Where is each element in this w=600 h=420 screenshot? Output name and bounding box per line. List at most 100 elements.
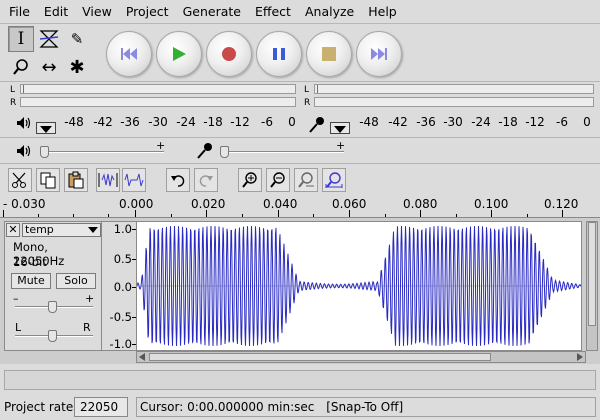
waveform-display[interactable] bbox=[136, 221, 582, 351]
timeline-ruler[interactable]: - 0.030 0.000 0.020 0.040 0.060 0.080 0.… bbox=[0, 196, 600, 218]
envelope-tool-icon[interactable] bbox=[36, 26, 62, 52]
undo-icon bbox=[171, 175, 185, 187]
horizontal-scrollbar-thumb[interactable] bbox=[149, 353, 491, 361]
pan-left-label: L bbox=[15, 321, 22, 334]
record-meter[interactable]: L R bbox=[304, 84, 596, 110]
cursor-status: Cursor: 0:00.000000 min:sec [Snap-To Off… bbox=[136, 397, 596, 417]
scissors-icon bbox=[12, 172, 26, 188]
menu-help[interactable]: Help bbox=[361, 4, 404, 19]
gain-slider-thumb[interactable] bbox=[48, 301, 57, 313]
redo-button[interactable] bbox=[194, 168, 218, 192]
draw-tool-icon[interactable]: ✎ bbox=[64, 26, 90, 52]
close-track-button[interactable]: ✕ bbox=[6, 223, 20, 237]
gain-plus-label: + bbox=[85, 292, 95, 305]
paste-button[interactable] bbox=[64, 168, 88, 192]
scroll-left-icon[interactable] bbox=[139, 353, 145, 361]
record-volume-slider[interactable] bbox=[222, 151, 344, 153]
multi-tool-icon[interactable]: ✱ bbox=[64, 54, 90, 80]
timeshift-tool-icon[interactable]: ↔ bbox=[36, 54, 62, 80]
skip-to-end-button[interactable] bbox=[356, 31, 402, 77]
stop-button[interactable] bbox=[306, 31, 352, 77]
microphone-icon[interactable] bbox=[308, 116, 326, 137]
trim-icon bbox=[98, 173, 118, 187]
pan-right-label: R bbox=[83, 321, 91, 334]
playback-meter-right bbox=[20, 97, 296, 107]
play-icon bbox=[173, 47, 186, 61]
track-control-panel: ✕ temp Mono, 22050Hz 16-bit Mute Solo – … bbox=[4, 221, 102, 351]
menu-project[interactable]: Project bbox=[119, 4, 176, 19]
fit-selection-button[interactable] bbox=[294, 168, 318, 192]
stop-icon bbox=[322, 47, 336, 61]
record-button[interactable] bbox=[206, 31, 252, 77]
silence-button[interactable] bbox=[122, 168, 146, 192]
pause-button[interactable] bbox=[256, 31, 302, 77]
copy-button[interactable] bbox=[36, 168, 60, 192]
toolbar-separator bbox=[0, 137, 600, 138]
undo-button[interactable] bbox=[166, 168, 190, 192]
playback-meter-scale: -48 -42 -36 -30 -24 -18 -12 -6 0 bbox=[64, 115, 296, 129]
gain-minus-label: – bbox=[13, 292, 19, 305]
chevron-down-icon bbox=[334, 126, 346, 133]
record-meter-menu-button[interactable] bbox=[330, 122, 350, 134]
playback-volume-slider[interactable] bbox=[42, 151, 164, 153]
playback-meter[interactable]: L R bbox=[10, 84, 298, 110]
selection-tool-icon[interactable]: I bbox=[8, 26, 34, 52]
project-rate-field[interactable]: 22050 bbox=[74, 397, 128, 417]
track-name-menu[interactable]: temp bbox=[22, 223, 101, 237]
record-meter-right bbox=[314, 97, 594, 107]
selection-bar bbox=[4, 370, 596, 390]
record-volume-plus: + bbox=[336, 139, 346, 152]
mute-button[interactable]: Mute bbox=[11, 273, 51, 289]
microphone-icon bbox=[196, 142, 214, 163]
close-icon: ✕ bbox=[8, 223, 18, 236]
zoom-out-button[interactable] bbox=[266, 168, 290, 192]
toolbar-separator bbox=[0, 81, 600, 82]
playback-volume-thumb[interactable] bbox=[40, 146, 49, 158]
zoom-tool-icon[interactable] bbox=[8, 54, 34, 80]
amplitude-ruler: 1.0 0.5 0.0 -0.5 -1.0 bbox=[102, 221, 136, 351]
pan-slider-thumb[interactable] bbox=[48, 330, 57, 342]
silence-icon bbox=[124, 173, 144, 187]
chevron-down-icon bbox=[40, 126, 52, 133]
solo-button[interactable]: Solo bbox=[56, 273, 96, 289]
menu-view[interactable]: View bbox=[75, 4, 119, 19]
waveform-graphic bbox=[137, 225, 581, 347]
menu-file[interactable]: File bbox=[2, 4, 37, 19]
trim-button[interactable] bbox=[96, 168, 120, 192]
playback-volume-plus: + bbox=[156, 139, 166, 152]
zoom-out-icon bbox=[270, 172, 285, 188]
menu-generate[interactable]: Generate bbox=[176, 4, 248, 19]
skip-end-icon bbox=[371, 48, 387, 60]
cursor-position-text: Cursor: 0:00.000000 min:sec bbox=[140, 400, 315, 414]
record-meter-left bbox=[314, 84, 594, 94]
record-volume-thumb[interactable] bbox=[220, 146, 229, 158]
speaker-icon bbox=[16, 144, 32, 161]
paste-icon bbox=[68, 171, 84, 189]
cut-button[interactable] bbox=[8, 168, 32, 192]
menu-bar: File Edit View Project Generate Effect A… bbox=[0, 0, 600, 24]
record-icon bbox=[222, 47, 236, 61]
vertical-scrollbar-thumb[interactable] bbox=[588, 222, 596, 326]
redo-icon bbox=[199, 175, 213, 187]
skip-to-start-button[interactable] bbox=[106, 31, 152, 77]
menu-analyze[interactable]: Analyze bbox=[298, 4, 361, 19]
menu-edit[interactable]: Edit bbox=[37, 4, 75, 19]
toolbar-separator bbox=[0, 163, 600, 164]
zoom-in-button[interactable] bbox=[238, 168, 262, 192]
zoom-in-icon bbox=[242, 172, 257, 188]
skip-start-icon bbox=[121, 48, 137, 60]
playback-meter-menu-button[interactable] bbox=[36, 122, 56, 134]
chevron-down-icon bbox=[88, 227, 98, 233]
tools-palette: I ✎ ↔ ✱ bbox=[6, 26, 92, 82]
menu-effect[interactable]: Effect bbox=[248, 4, 298, 19]
pause-icon bbox=[273, 48, 285, 60]
status-bar: Project rate: 22050 Cursor: 0:00.000000 … bbox=[0, 395, 600, 420]
speaker-icon[interactable] bbox=[16, 116, 32, 133]
play-button[interactable] bbox=[156, 31, 202, 77]
horizontal-scrollbar[interactable] bbox=[136, 351, 586, 363]
record-meter-scale: -48 -42 -36 -30 -24 -18 -12 -6 0 bbox=[359, 115, 591, 129]
fit-project-button[interactable] bbox=[322, 168, 346, 192]
fit-project-icon bbox=[325, 172, 343, 188]
scroll-right-icon[interactable] bbox=[577, 353, 583, 361]
vertical-scrollbar[interactable] bbox=[586, 221, 598, 351]
